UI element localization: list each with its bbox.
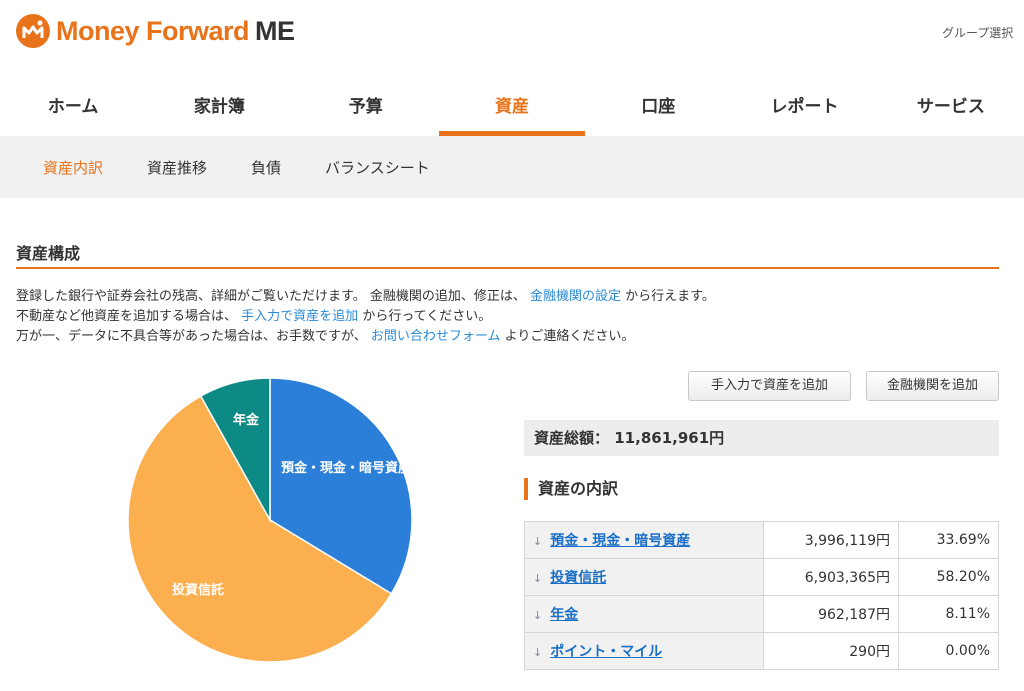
- category-link-investment-trusts[interactable]: 投資信託: [550, 570, 606, 586]
- pie-slice-label: 年金: [233, 412, 260, 428]
- table-row: ↓ 投資信託 6,903,365円 58.20%: [524, 558, 999, 596]
- chevron-down-icon[interactable]: ↓: [533, 572, 542, 585]
- chevron-down-icon[interactable]: ↓: [533, 535, 542, 548]
- group-select[interactable]: グループ選択: [942, 24, 1013, 41]
- total-assets-label: 資産総額：: [534, 429, 610, 447]
- institution-settings-link[interactable]: 金融機関の設定: [530, 289, 621, 304]
- percent-cell: 8.11%: [898, 595, 999, 633]
- total-assets-value: 11,861,961円: [614, 429, 725, 447]
- category-link-pension[interactable]: 年金: [550, 607, 578, 623]
- chevron-down-icon[interactable]: ↓: [533, 646, 542, 659]
- category-link-deposits[interactable]: 預金・現金・暗号資産: [550, 533, 690, 549]
- nav-services[interactable]: サービス: [878, 78, 1024, 136]
- percent-cell: 58.20%: [898, 558, 999, 596]
- asset-pie-chart: 預金・現金・暗号資産投資信託 年金: [127, 377, 413, 663]
- amount-cell: 290円: [763, 632, 899, 670]
- manual-add-asset-button[interactable]: 手入力で資産を追加: [688, 371, 851, 401]
- percent-cell: 0.00%: [898, 632, 999, 670]
- desc-line3-tail: よりご連絡ください。: [504, 329, 635, 344]
- category-link-points-miles[interactable]: ポイント・マイル: [550, 644, 662, 660]
- total-assets: 資産総額： 11,861,961円: [524, 420, 999, 456]
- amount-cell: 6,903,365円: [763, 558, 899, 596]
- nav-accounts[interactable]: 口座: [585, 78, 731, 136]
- breakdown-table: ↓ 預金・現金・暗号資産 3,996,119円 33.69% ↓ 投資信託 6,90…: [524, 521, 999, 670]
- table-row: ↓ ポイント・マイル 290円 0.00%: [524, 632, 999, 670]
- amount-cell: 3,996,119円: [763, 521, 899, 559]
- table-row: ↓ 年金 962,187円 8.11%: [524, 595, 999, 633]
- percent-cell: 33.69%: [898, 521, 999, 559]
- amount-cell: 962,187円: [763, 595, 899, 633]
- desc-line1-tail: から行えます。: [625, 289, 715, 304]
- pie-slice-label: 預金・現金・暗号資産: [281, 460, 411, 476]
- pie-slice-label: 投資信託: [172, 582, 224, 598]
- add-institution-button[interactable]: 金融機関を追加: [866, 371, 999, 401]
- chevron-down-icon[interactable]: ↓: [533, 609, 542, 622]
- table-row: ↓ 預金・現金・暗号資産 3,996,119円 33.69%: [524, 521, 999, 559]
- nav-reports[interactable]: レポート: [731, 78, 877, 136]
- breakdown-title: 資産の内訳: [524, 478, 618, 500]
